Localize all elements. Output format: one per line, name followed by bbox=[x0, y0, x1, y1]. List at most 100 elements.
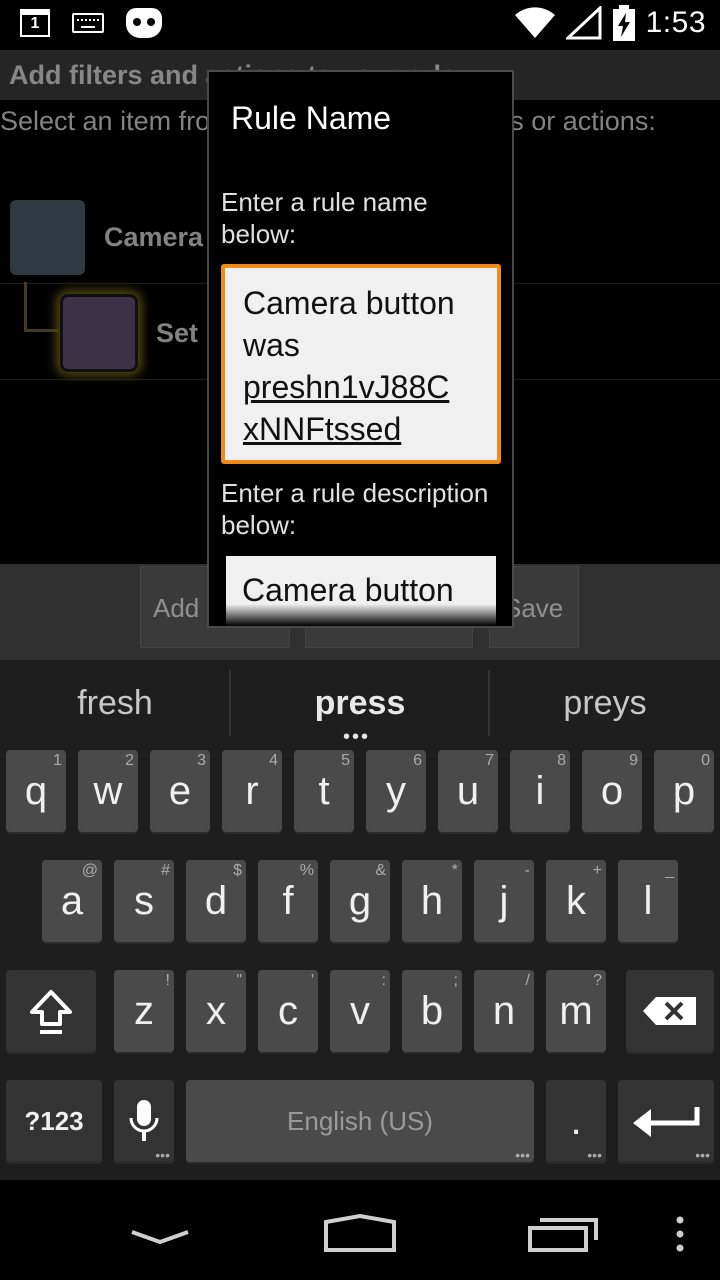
key-hint: 2 bbox=[125, 752, 134, 769]
symbols-key[interactable]: ?123 bbox=[6, 1080, 102, 1162]
key-f[interactable]: f% bbox=[258, 860, 318, 942]
key-hint: # bbox=[161, 862, 170, 879]
calendar-day: 1 bbox=[30, 15, 40, 32]
key-hint: _ bbox=[665, 862, 674, 879]
key-label: p bbox=[672, 769, 696, 813]
keyboard-icon bbox=[72, 13, 104, 33]
signal-icon bbox=[565, 6, 602, 40]
key-label: a bbox=[60, 879, 84, 923]
menu-icon bbox=[676, 1216, 684, 1252]
rule-name-input[interactable]: Camera button was preshn1vJ88C xNNFtssed bbox=[221, 264, 501, 464]
suggestion-right[interactable]: preys bbox=[490, 660, 720, 748]
key-h[interactable]: h * bbox=[402, 860, 462, 942]
back-icon bbox=[131, 1230, 189, 1245]
key-l[interactable]: l _ bbox=[618, 860, 678, 942]
key-k[interactable]: k + bbox=[546, 860, 606, 942]
key-hint: ; bbox=[453, 972, 458, 989]
clock: 1:53 bbox=[645, 6, 706, 39]
composing-text: preshn1vJ88C bbox=[243, 369, 450, 405]
key-w[interactable]: w2 bbox=[78, 750, 138, 832]
key-label: h bbox=[420, 879, 444, 923]
key-hint: & bbox=[375, 862, 386, 879]
key-q[interactable]: q1 bbox=[6, 750, 66, 832]
composing-text: xNNFtssed bbox=[243, 411, 402, 447]
key-j[interactable]: j- bbox=[474, 860, 534, 942]
key-i[interactable]: i8 bbox=[510, 750, 570, 832]
key-hint: + bbox=[592, 862, 602, 879]
home-button[interactable] bbox=[310, 1180, 410, 1280]
recents-icon bbox=[528, 1218, 598, 1252]
key-hint: ? bbox=[593, 972, 602, 989]
backspace-icon bbox=[643, 997, 696, 1025]
key-label: s bbox=[134, 879, 154, 923]
key-hint: * bbox=[451, 862, 458, 879]
key-label: c bbox=[278, 989, 298, 1033]
key-label: e bbox=[168, 769, 192, 813]
key-u[interactable]: u7 bbox=[438, 750, 498, 832]
key-hint: 5 bbox=[341, 752, 350, 769]
key-label: q bbox=[24, 769, 48, 813]
key-o[interactable]: o9 bbox=[582, 750, 642, 832]
home-icon bbox=[324, 1213, 396, 1252]
enter-key[interactable]: ••• bbox=[618, 1080, 714, 1162]
key-label: m bbox=[559, 989, 593, 1033]
key-y[interactable]: y6 bbox=[366, 750, 426, 832]
space-key[interactable]: English (US) ••• bbox=[186, 1080, 534, 1162]
key-hint: " bbox=[236, 972, 242, 989]
battery-charging-icon bbox=[612, 5, 635, 41]
key-n[interactable]: n / bbox=[474, 970, 534, 1052]
key-v[interactable]: v: bbox=[330, 970, 390, 1052]
key-label: j bbox=[499, 879, 509, 923]
key-label: n bbox=[492, 989, 516, 1033]
dialog-title: Rule Name bbox=[231, 100, 392, 136]
key-hint: / bbox=[525, 972, 530, 989]
key-hint: $ bbox=[233, 862, 242, 879]
back-button[interactable] bbox=[110, 1180, 210, 1280]
status-bar: 1 1:53 bbox=[0, 0, 720, 50]
key-e[interactable]: e3 bbox=[150, 750, 210, 832]
microphone-icon bbox=[129, 1100, 159, 1141]
key-label: i bbox=[535, 769, 545, 813]
key-c[interactable]: c ' bbox=[258, 970, 318, 1052]
key-hint: : bbox=[381, 972, 386, 989]
key-hint: 1 bbox=[53, 752, 62, 769]
key-r[interactable]: r4 bbox=[222, 750, 282, 832]
wifi-icon bbox=[514, 7, 555, 39]
backspace-key[interactable] bbox=[626, 970, 714, 1052]
key-label: d bbox=[204, 879, 228, 923]
suggestion-left[interactable]: fresh bbox=[0, 660, 230, 748]
cyanogenmod-icon bbox=[126, 8, 162, 38]
overflow-menu-button[interactable] bbox=[660, 1180, 700, 1280]
enter-icon bbox=[633, 1107, 700, 1137]
key-label: . bbox=[570, 1099, 582, 1143]
key-p[interactable]: p0 bbox=[654, 750, 714, 832]
key-label: w bbox=[93, 769, 123, 813]
key-x[interactable]: x " bbox=[186, 970, 246, 1052]
voice-input-key[interactable]: ••• bbox=[114, 1080, 174, 1162]
key-d[interactable]: d $ bbox=[186, 860, 246, 942]
key-hint: 3 bbox=[197, 752, 206, 769]
key-hint: @ bbox=[81, 862, 98, 879]
period-key[interactable]: . ••• bbox=[546, 1080, 606, 1162]
notification-icons: 1 bbox=[20, 8, 162, 38]
shift-icon bbox=[30, 990, 72, 1034]
key-g[interactable]: g & bbox=[330, 860, 390, 942]
key-hint: - bbox=[524, 862, 530, 879]
key-hint: ' bbox=[310, 972, 314, 989]
key-z[interactable]: z! bbox=[114, 970, 174, 1052]
key-label: k bbox=[566, 879, 586, 923]
key-m[interactable]: m? bbox=[546, 970, 606, 1052]
shift-key[interactable] bbox=[6, 970, 96, 1052]
key-hint: ! bbox=[165, 972, 170, 989]
more-icon: ••• bbox=[587, 1147, 602, 1163]
key-label: u bbox=[456, 769, 480, 813]
key-label: z bbox=[134, 989, 154, 1033]
recents-button[interactable] bbox=[512, 1180, 612, 1280]
key-hint: 7 bbox=[485, 752, 494, 769]
more-icon: ••• bbox=[515, 1147, 530, 1163]
key-t[interactable]: t5 bbox=[294, 750, 354, 832]
key-s[interactable]: s # bbox=[114, 860, 174, 942]
key-b[interactable]: b; bbox=[402, 970, 462, 1052]
key-a[interactable]: a @ bbox=[42, 860, 102, 942]
rule-name-line: was bbox=[243, 327, 300, 363]
